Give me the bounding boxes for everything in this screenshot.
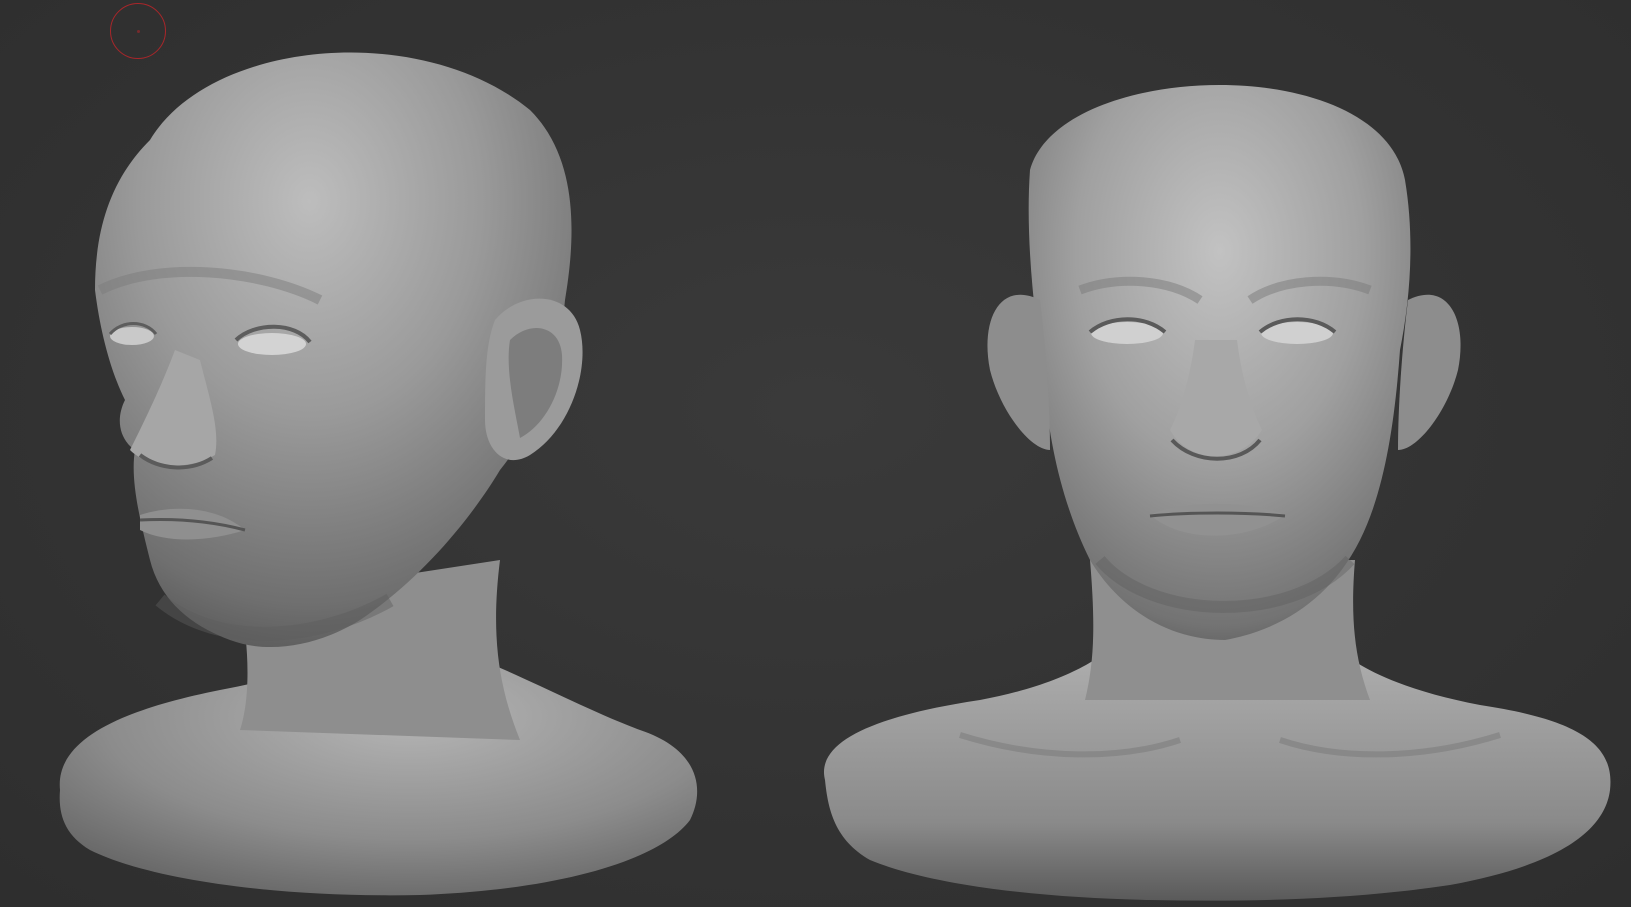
sculpt-viewport[interactable] [0, 0, 1631, 907]
right-bust-ear-right [1398, 294, 1461, 450]
head-front-model[interactable] [0, 0, 1631, 907]
right-bust-ear-left [987, 294, 1050, 450]
